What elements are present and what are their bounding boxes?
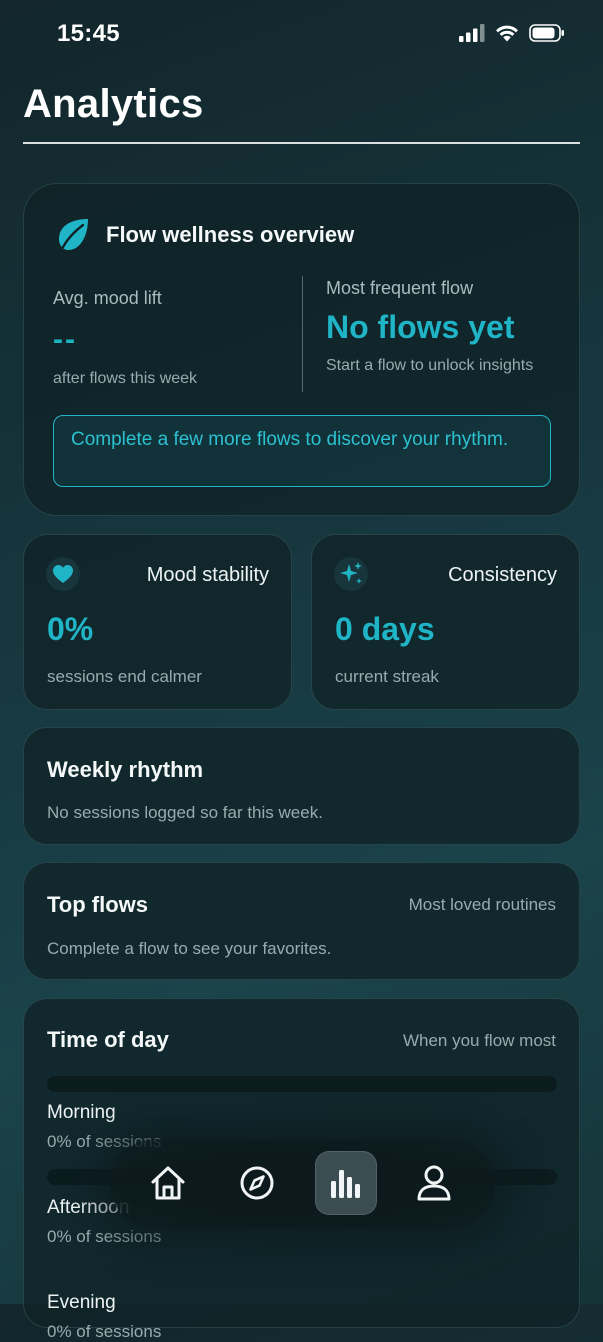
tab-home[interactable] [137,1151,199,1215]
overview-header: Flow wellness overview [54,216,354,254]
sparkles-icon [340,562,362,584]
consistency-label: Consistency [448,564,557,586]
status-time: 15:45 [57,20,120,47]
top-flows-note: Complete a flow to see your favorites. [47,939,332,958]
compass-icon [240,1166,274,1200]
status-icons [459,24,565,42]
top-flows-card: Top flows Most loved routines Complete a… [23,862,580,980]
morning-progress-track [47,1076,557,1092]
evening-sub: 0% of sessions [47,1322,162,1341]
status-bar: 15:45 [0,0,603,70]
avg-mood-section: Avg. mood lift -- after flows this week [53,288,283,389]
heart-icon [53,565,73,583]
mood-stability-card: Mood stability 0% sessions end calmer [23,534,292,710]
wellness-overview-card: Flow wellness overview Avg. mood lift --… [23,183,580,516]
mood-stability-label: Mood stability [146,564,269,586]
tab-explore[interactable] [226,1151,288,1215]
consistency-value: 0 days [335,611,435,647]
consistency-sub: current streak [335,667,439,686]
profile-icon [417,1165,451,1201]
frequent-flow-sub: Start a flow to unlock insights [326,357,534,374]
weekly-rhythm-card: Weekly rhythm No sessions logged so far … [23,727,580,845]
evening-label: Evening [47,1292,116,1313]
overview-title: Flow wellness overview [106,222,355,247]
frequent-flow-value: No flows yet [326,309,515,345]
wifi-icon [496,25,518,42]
overview-divider [302,276,303,392]
weekly-rhythm-title: Weekly rhythm [47,757,204,782]
consistency-card: Consistency 0 days current streak [311,534,580,710]
frequent-flow-label: Most frequent flow [326,278,474,298]
heart-icon-badge [46,557,80,591]
frequent-flow-section: Most frequent flow No flows yet Start a … [326,278,556,376]
bottom-tab-bar [110,1139,495,1229]
title-divider [23,142,580,144]
sparkles-icon-badge [334,557,368,591]
time-of-day-title: Time of day [47,1027,169,1052]
home-icon [151,1166,185,1200]
weekly-rhythm-note: No sessions logged so far this week. [47,803,323,822]
mood-stability-sub: sessions end calmer [47,667,202,686]
tab-profile[interactable] [403,1151,465,1215]
top-flows-subtitle: Most loved routines [408,895,556,914]
avg-mood-sub: after flows this week [53,370,198,387]
morning-label: Morning [47,1102,116,1123]
rhythm-hint-banner: Complete a few more flows to discover yo… [53,415,551,487]
afternoon-sub: 0% of sessions [47,1227,162,1246]
mood-stability-value: 0% [47,611,94,647]
leaf-icon [58,219,88,251]
avg-mood-label: Avg. mood lift [53,288,162,308]
cellular-signal-icon [459,24,485,42]
tab-analytics[interactable] [315,1151,377,1215]
time-of-day-subtitle: When you flow most [402,1031,556,1050]
avg-mood-value: -- [53,323,77,356]
page-title: Analytics [23,82,204,126]
top-flows-title: Top flows [47,892,149,917]
chart-icon [331,1170,360,1198]
battery-icon [529,24,564,42]
